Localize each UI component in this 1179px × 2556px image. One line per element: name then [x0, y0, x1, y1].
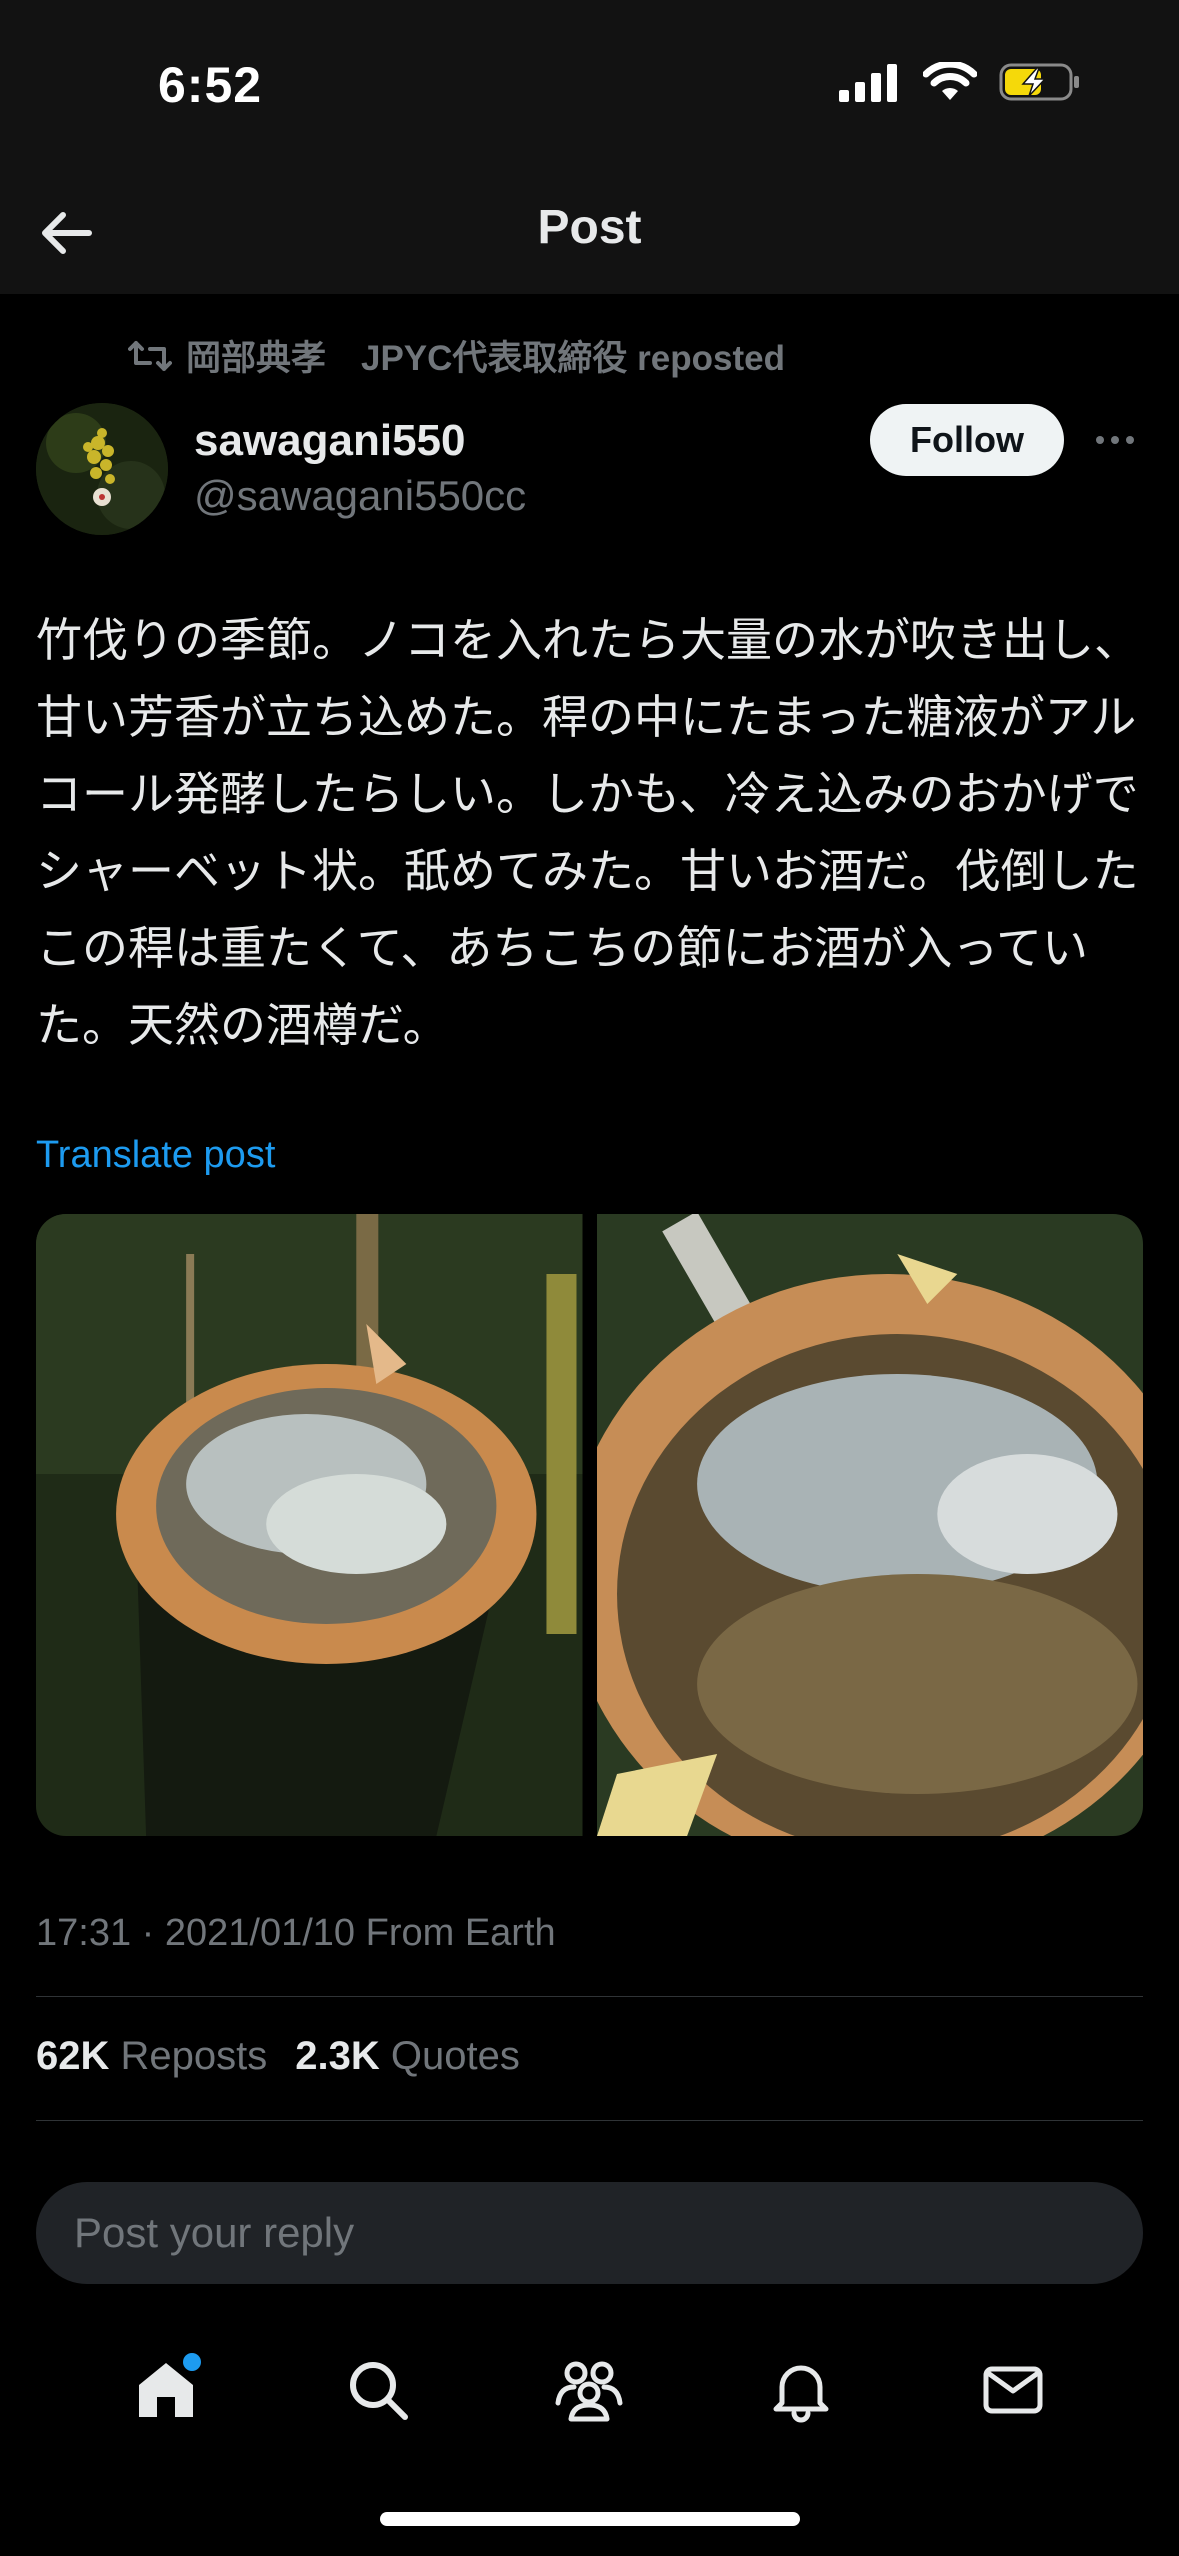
author-display-name[interactable]: sawagani550	[194, 416, 466, 466]
repost-icon	[128, 340, 172, 371]
follow-button[interactable]: Follow	[870, 404, 1064, 476]
messages-icon	[983, 2366, 1043, 2414]
tab-messages[interactable]	[968, 2345, 1058, 2435]
communities-icon	[555, 2361, 623, 2422]
post-timestamp[interactable]: 17:31 · 2021/01/10 From Earth	[36, 1912, 556, 1955]
header: Post	[0, 170, 1179, 294]
post-photo-1[interactable]	[36, 1214, 583, 1836]
reply-input[interactable]: Post your reply	[36, 2182, 1143, 2284]
avatar-image	[36, 403, 168, 535]
repost-indicator[interactable]: 岡部典孝 JPYC代表取締役 reposted	[128, 330, 785, 381]
more-dot	[1096, 436, 1104, 444]
avatar[interactable]	[36, 403, 168, 535]
reposts-label: Reposts	[120, 2034, 268, 2078]
notifications-icon	[773, 2365, 829, 2423]
translate-post-link[interactable]: Translate post	[36, 1134, 275, 1177]
divider	[36, 1996, 1143, 1997]
wifi-icon	[923, 62, 977, 100]
divider	[36, 2120, 1143, 2121]
tab-search[interactable]	[333, 2345, 423, 2435]
reposts-count: 62K	[36, 2034, 110, 2078]
home-indicator	[380, 2512, 800, 2526]
page-title: Post	[537, 201, 642, 254]
more-dot	[1111, 436, 1119, 444]
search-icon	[349, 2362, 408, 2420]
new-content-dot	[182, 2353, 201, 2371]
status-icons	[839, 62, 1081, 102]
bamboo-stump-image	[36, 1214, 583, 1836]
repost-label: 岡部典孝 JPYC代表取締役 reposted	[186, 339, 785, 378]
more-dot	[1126, 436, 1134, 444]
status-bar: 6:52	[0, 0, 1179, 170]
tab-communities[interactable]	[544, 2345, 634, 2435]
quotes-count: 2.3K	[295, 2034, 380, 2078]
post-stats: 62K Reposts 2.3K Quotes	[36, 2034, 520, 2079]
status-time: 6:52	[158, 57, 263, 113]
cellular-signal-icon	[839, 64, 897, 102]
media-grid	[36, 1214, 1143, 1836]
tab-home[interactable]	[121, 2345, 211, 2435]
post-text: 竹伐りの季節。ノコを入れたら大量の水が吹き出し、甘い芳香が立ち込めた。稈の中にた…	[36, 614, 1140, 1051]
battery-charging-icon	[999, 63, 1079, 101]
reposts-stat[interactable]: 62K Reposts	[36, 2034, 267, 2079]
quotes-label: Quotes	[390, 2034, 520, 2078]
post-photo-2[interactable]	[596, 1214, 1143, 1836]
author-handle[interactable]: @sawagani550cc	[194, 472, 526, 520]
quotes-stat[interactable]: 2.3K Quotes	[295, 2034, 520, 2079]
bamboo-sake-closeup-image	[596, 1214, 1143, 1836]
bottom-tab-bar	[0, 2330, 1179, 2450]
tab-notifications[interactable]	[756, 2345, 846, 2435]
more-options-button[interactable]	[1090, 418, 1140, 462]
